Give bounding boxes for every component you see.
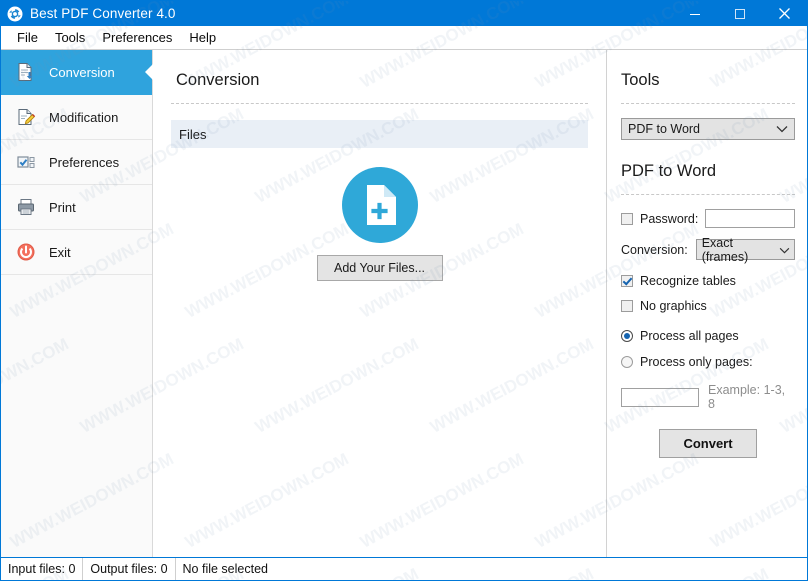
tools-title: Tools	[621, 71, 660, 89]
close-button[interactable]	[762, 1, 807, 26]
sidebar-label-exit: Exit	[49, 244, 71, 260]
recognize-tables-checkbox[interactable]	[621, 275, 633, 287]
menu-item-help[interactable]: Help	[181, 28, 225, 47]
files-section-header: Files	[171, 120, 588, 148]
tool-select-dropdown[interactable]: PDF to Word	[621, 118, 795, 140]
sidebar-label-print: Print	[49, 199, 76, 215]
center-panel: Conversion Files Add Your Files...	[153, 50, 607, 557]
pages-range-input[interactable]	[621, 387, 699, 407]
no-graphics-row: No graphics	[621, 299, 795, 313]
password-row: Password:	[621, 209, 795, 228]
sidebar-label-modification: Modification	[49, 109, 119, 125]
password-label: Password:	[640, 211, 699, 226]
process-only-pages-radio[interactable]	[621, 356, 633, 368]
title-bar: Best PDF Converter 4.0	[1, 1, 807, 26]
convert-button-wrap: Convert	[621, 429, 795, 458]
tools-title-divider	[621, 103, 795, 104]
sidebar: Conversion Modification Preferences Prin…	[1, 50, 153, 557]
add-files-button[interactable]: Add Your Files...	[316, 255, 443, 281]
conversion-label: Conversion:	[621, 242, 688, 257]
password-input[interactable]	[705, 209, 795, 228]
document-edit-icon	[15, 106, 37, 128]
window-title: Best PDF Converter 4.0	[30, 6, 176, 21]
chevron-down-icon	[779, 243, 790, 257]
status-bar: Input files: 0 Output files: 0 No file s…	[1, 557, 807, 580]
sidebar-label-preferences: Preferences	[49, 154, 120, 170]
pages-example-hint: Example: 1-3, 8	[708, 383, 786, 411]
sidebar-item-exit[interactable]: Exit	[1, 230, 152, 275]
tools-panel: Tools PDF to Word PDF to Word Password: …	[607, 50, 807, 557]
chevron-down-icon	[776, 122, 788, 136]
process-all-pages-row: Process all pages	[621, 329, 795, 343]
page-title: Conversion	[176, 71, 260, 89]
menu-item-tools[interactable]: Tools	[47, 28, 94, 47]
sidebar-item-modification[interactable]: Modification	[1, 95, 152, 140]
tool-options: Password: Conversion: Exact (frames) Rec…	[621, 209, 795, 458]
recognize-tables-label: Recognize tables	[640, 274, 736, 288]
selected-indicator-arrow	[145, 64, 153, 80]
main-body: Conversion Modification Preferences Prin…	[1, 49, 807, 557]
document-convert-icon	[15, 61, 37, 83]
checklist-icon	[15, 151, 37, 173]
tools-subtitle: PDF to Word	[621, 162, 717, 180]
conversion-mode-dropdown[interactable]: Exact (frames)	[695, 236, 795, 264]
tools-subtitle-divider	[621, 194, 795, 195]
menu-item-file[interactable]: File	[9, 28, 47, 47]
conversion-row: Conversion: Exact (frames)	[621, 236, 795, 264]
menu-item-preferences[interactable]: Preferences	[94, 28, 181, 47]
sidebar-item-print[interactable]: Print	[1, 185, 152, 230]
printer-icon	[15, 196, 37, 218]
process-all-pages-label: Process all pages	[640, 329, 739, 343]
sidebar-item-conversion[interactable]: Conversion	[1, 50, 153, 95]
maximize-button[interactable]	[717, 1, 762, 26]
no-graphics-label: No graphics	[640, 299, 707, 313]
status-input-files: Input files: 0	[8, 562, 76, 576]
application-window: Best PDF Converter 4.0 File Tools Prefer…	[0, 0, 808, 581]
add-document-icon	[341, 166, 419, 244]
title-divider	[171, 103, 588, 104]
process-all-pages-radio[interactable]	[621, 330, 633, 342]
menu-bar: File Tools Preferences Help	[1, 26, 807, 49]
power-icon	[15, 241, 37, 263]
status-output-files: Output files: 0	[82, 558, 174, 580]
minimize-button[interactable]	[672, 1, 717, 26]
window-controls	[672, 1, 807, 26]
file-dropzone[interactable]: Add Your Files...	[171, 166, 588, 281]
refresh-circle-icon	[7, 6, 23, 22]
status-selection: No file selected	[174, 558, 275, 580]
tool-select-value: PDF to Word	[628, 122, 701, 136]
no-graphics-checkbox[interactable]	[621, 300, 633, 312]
sidebar-item-preferences[interactable]: Preferences	[1, 140, 152, 185]
pages-range-row: Example: 1-3, 8	[621, 383, 795, 411]
recognize-tables-row: Recognize tables	[621, 274, 795, 288]
convert-button[interactable]: Convert	[659, 429, 757, 458]
sidebar-label-conversion: Conversion	[49, 64, 115, 80]
process-only-pages-label: Process only pages:	[640, 355, 753, 369]
process-only-pages-row: Process only pages:	[621, 355, 795, 369]
conversion-mode-value: Exact (frames)	[701, 235, 749, 264]
password-checkbox[interactable]	[621, 212, 633, 225]
